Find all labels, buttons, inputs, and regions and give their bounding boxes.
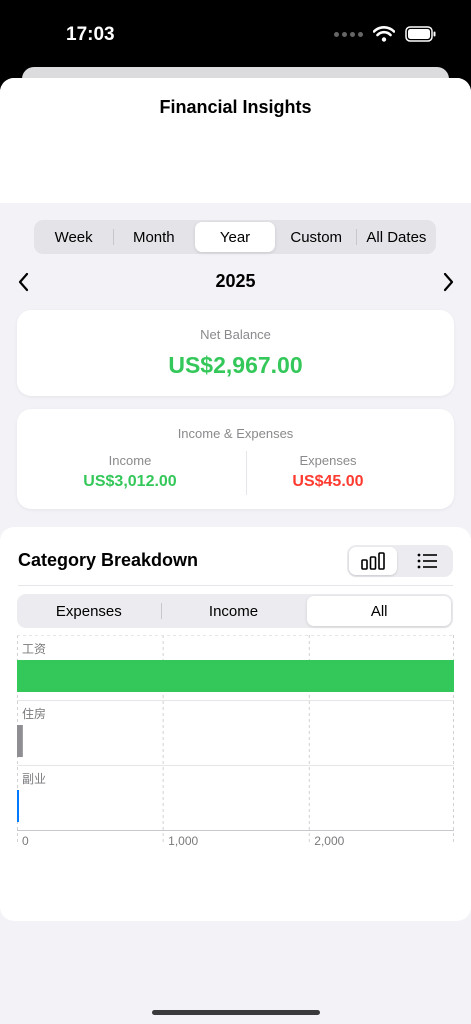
- status-bar: 17:03: [0, 0, 471, 70]
- category-bar-chart: 工资住房副业 0 1,000 2,000: [17, 635, 454, 855]
- tab-year[interactable]: Year: [195, 222, 275, 252]
- x-tick-label: 0: [22, 834, 29, 848]
- list-icon: [417, 553, 437, 569]
- wifi-icon: [373, 26, 395, 42]
- x-tick-label: 1,000: [168, 834, 199, 848]
- list-view-button[interactable]: [403, 547, 451, 575]
- category-label: 工资: [22, 642, 47, 656]
- net-balance-card: Net Balance US$2,967.00: [17, 310, 454, 396]
- year-label: 2025: [215, 271, 256, 291]
- income-column: Income US$3,012.00: [21, 453, 239, 491]
- status-icons: [334, 26, 437, 42]
- category-breakdown-panel: Category Breakdown Expenses Income All 工…: [0, 527, 471, 921]
- income-expenses-caption: Income & Expenses: [177, 426, 294, 441]
- home-indicator: [152, 1010, 320, 1015]
- expenses-label: Expenses: [299, 453, 357, 468]
- sheet-header: Financial Insights: [0, 78, 471, 203]
- chart-svg: [17, 635, 454, 842]
- chevron-right-icon[interactable]: [438, 268, 458, 296]
- tab-month[interactable]: Month: [114, 220, 193, 254]
- view-toggle: [347, 545, 453, 577]
- period-segmented-control: Week Month Year Custom All Dates: [34, 220, 436, 254]
- tab-all-dates[interactable]: All Dates: [357, 220, 436, 254]
- page-title: Financial Insights: [159, 97, 312, 117]
- cellular-dots-icon: [334, 31, 363, 37]
- net-balance-amount: US$2,967.00: [168, 352, 303, 378]
- status-time: 17:03: [66, 24, 115, 45]
- bar-1: [17, 725, 23, 757]
- income-value: US$3,012.00: [83, 473, 177, 490]
- income-expenses-card: Income & Expenses Income US$3,012.00 Exp…: [17, 409, 454, 509]
- expenses-value: US$45.00: [292, 473, 364, 490]
- category-label: 住房: [22, 707, 47, 721]
- tab-week[interactable]: Week: [34, 220, 113, 254]
- x-tick-label: 2,000: [314, 834, 345, 848]
- chart-view-button[interactable]: [349, 547, 397, 575]
- tab-custom[interactable]: Custom: [277, 220, 356, 254]
- tab-expenses[interactable]: Expenses: [17, 594, 161, 628]
- insights-sheet: Financial Insights Week Month Year Custo…: [0, 78, 471, 1024]
- category-label: 副业: [22, 772, 47, 786]
- net-balance-caption: Net Balance: [200, 327, 271, 342]
- divider: [18, 585, 453, 586]
- type-segmented-control: Expenses Income All: [17, 594, 453, 628]
- tab-income[interactable]: Income: [162, 594, 306, 628]
- category-breakdown-title: Category Breakdown: [18, 550, 199, 570]
- expenses-column: Expenses US$45.00: [219, 453, 437, 491]
- bar-chart-icon: [361, 552, 385, 570]
- income-label: Income: [108, 453, 152, 468]
- battery-icon: [405, 26, 436, 42]
- bar-2: [17, 790, 19, 822]
- tab-all[interactable]: All: [307, 596, 452, 626]
- bar-0: [17, 660, 454, 692]
